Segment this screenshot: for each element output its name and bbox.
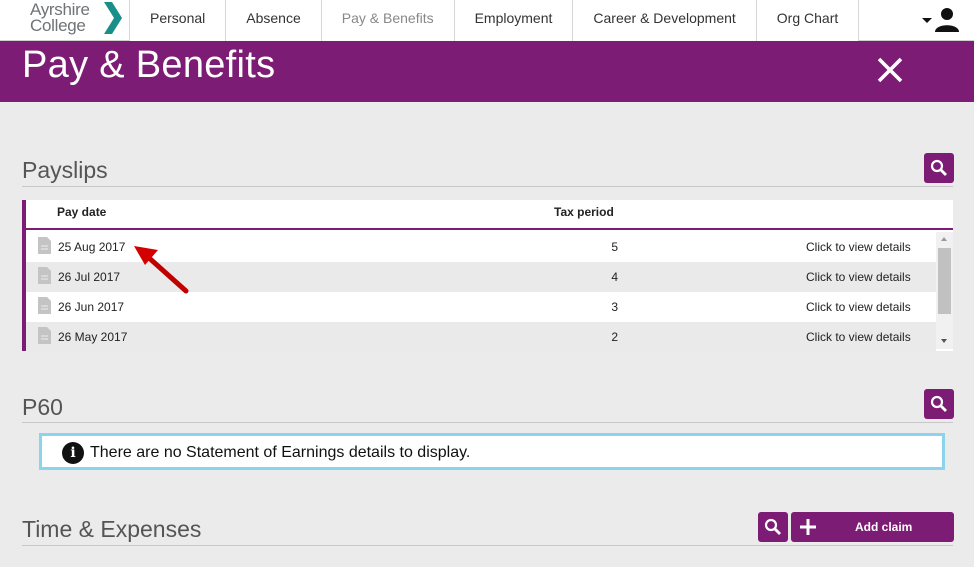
payslips-table: Pay date Tax period 25 Aug 2017 5 Click …	[22, 200, 953, 352]
close-icon	[877, 57, 903, 83]
pay-date-cell: 26 Jun 2017	[58, 300, 125, 314]
college-logo[interactable]: Ayrshire College	[28, 0, 128, 40]
pay-date-cell: 26 Jul 2017	[58, 270, 121, 284]
tax-period-cell: 5	[611, 240, 618, 254]
search-icon	[930, 159, 947, 176]
notice-text: There are no Statement of Earnings detai…	[90, 444, 471, 461]
table-header: Pay date Tax period	[26, 200, 953, 230]
tab-career-development[interactable]: Career & Development	[572, 0, 756, 41]
top-nav: Ayrshire College Personal Absence Pay & …	[0, 0, 974, 41]
tab-personal[interactable]: Personal	[129, 0, 226, 41]
view-details-link[interactable]: Click to view details	[806, 240, 911, 254]
table-scrollbar[interactable]	[936, 232, 953, 349]
p60-empty-notice: i There are no Statement of Earnings det…	[39, 433, 945, 470]
document-icon	[38, 237, 51, 254]
logo-text-line2: College	[30, 16, 86, 35]
user-icon	[935, 8, 959, 32]
pay-date-cell: 25 Aug 2017	[58, 240, 126, 254]
view-details-link[interactable]: Click to view details	[806, 330, 911, 344]
add-claim-label: Add claim	[855, 520, 913, 534]
tax-period-cell: 3	[611, 300, 618, 314]
scroll-up-icon[interactable]	[941, 237, 947, 241]
search-icon	[764, 518, 781, 535]
p60-search-button[interactable]	[924, 389, 954, 419]
tab-pay-benefits[interactable]: Pay & Benefits	[320, 0, 454, 41]
search-icon	[930, 395, 947, 412]
tab-absence[interactable]: Absence	[225, 0, 321, 41]
pay-date-cell: 26 May 2017	[58, 330, 128, 344]
document-icon	[38, 297, 51, 314]
section-divider	[22, 186, 953, 187]
p60-title: P60	[22, 394, 63, 420]
document-icon	[38, 267, 51, 284]
table-row[interactable]: 26 May 2017 2 Click to view details	[26, 322, 936, 352]
scrollbar-thumb[interactable]	[938, 248, 951, 314]
close-button[interactable]	[876, 56, 904, 84]
payslip-rows: 25 Aug 2017 5 Click to view details 26 J…	[26, 232, 936, 352]
tax-period-cell: 4	[611, 270, 618, 284]
nav-tabs: Personal Absence Pay & Benefits Employme…	[129, 0, 860, 41]
section-divider	[22, 422, 953, 423]
expenses-search-button[interactable]	[758, 512, 788, 542]
table-row[interactable]: 25 Aug 2017 5 Click to view details	[26, 232, 936, 262]
scroll-down-icon[interactable]	[941, 339, 947, 343]
column-header-tax-period[interactable]: Tax period	[554, 205, 614, 219]
tab-employment[interactable]: Employment	[453, 0, 573, 41]
page-header: Pay & Benefits	[0, 41, 974, 102]
expenses-title: Time & Expenses	[22, 516, 202, 542]
user-menu[interactable]	[922, 6, 962, 34]
plus-icon	[800, 519, 816, 535]
table-row[interactable]: 26 Jul 2017 4 Click to view details	[26, 262, 936, 292]
info-icon: i	[62, 442, 84, 464]
add-claim-button[interactable]: Add claim	[791, 512, 954, 542]
payslips-search-button[interactable]	[924, 153, 954, 183]
logo-chevron-icon	[104, 2, 122, 34]
column-header-pay-date[interactable]: Pay date	[57, 205, 106, 219]
view-details-link[interactable]: Click to view details	[806, 300, 911, 314]
page-title: Pay & Benefits	[22, 44, 276, 86]
chevron-down-icon	[922, 18, 932, 23]
view-details-link[interactable]: Click to view details	[806, 270, 911, 284]
tab-org-chart[interactable]: Org Chart	[755, 0, 860, 41]
section-divider	[22, 545, 953, 546]
document-icon	[38, 327, 51, 344]
payslips-title: Payslips	[22, 157, 108, 183]
table-row[interactable]: 26 Jun 2017 3 Click to view details	[26, 292, 936, 322]
tax-period-cell: 2	[611, 330, 618, 344]
